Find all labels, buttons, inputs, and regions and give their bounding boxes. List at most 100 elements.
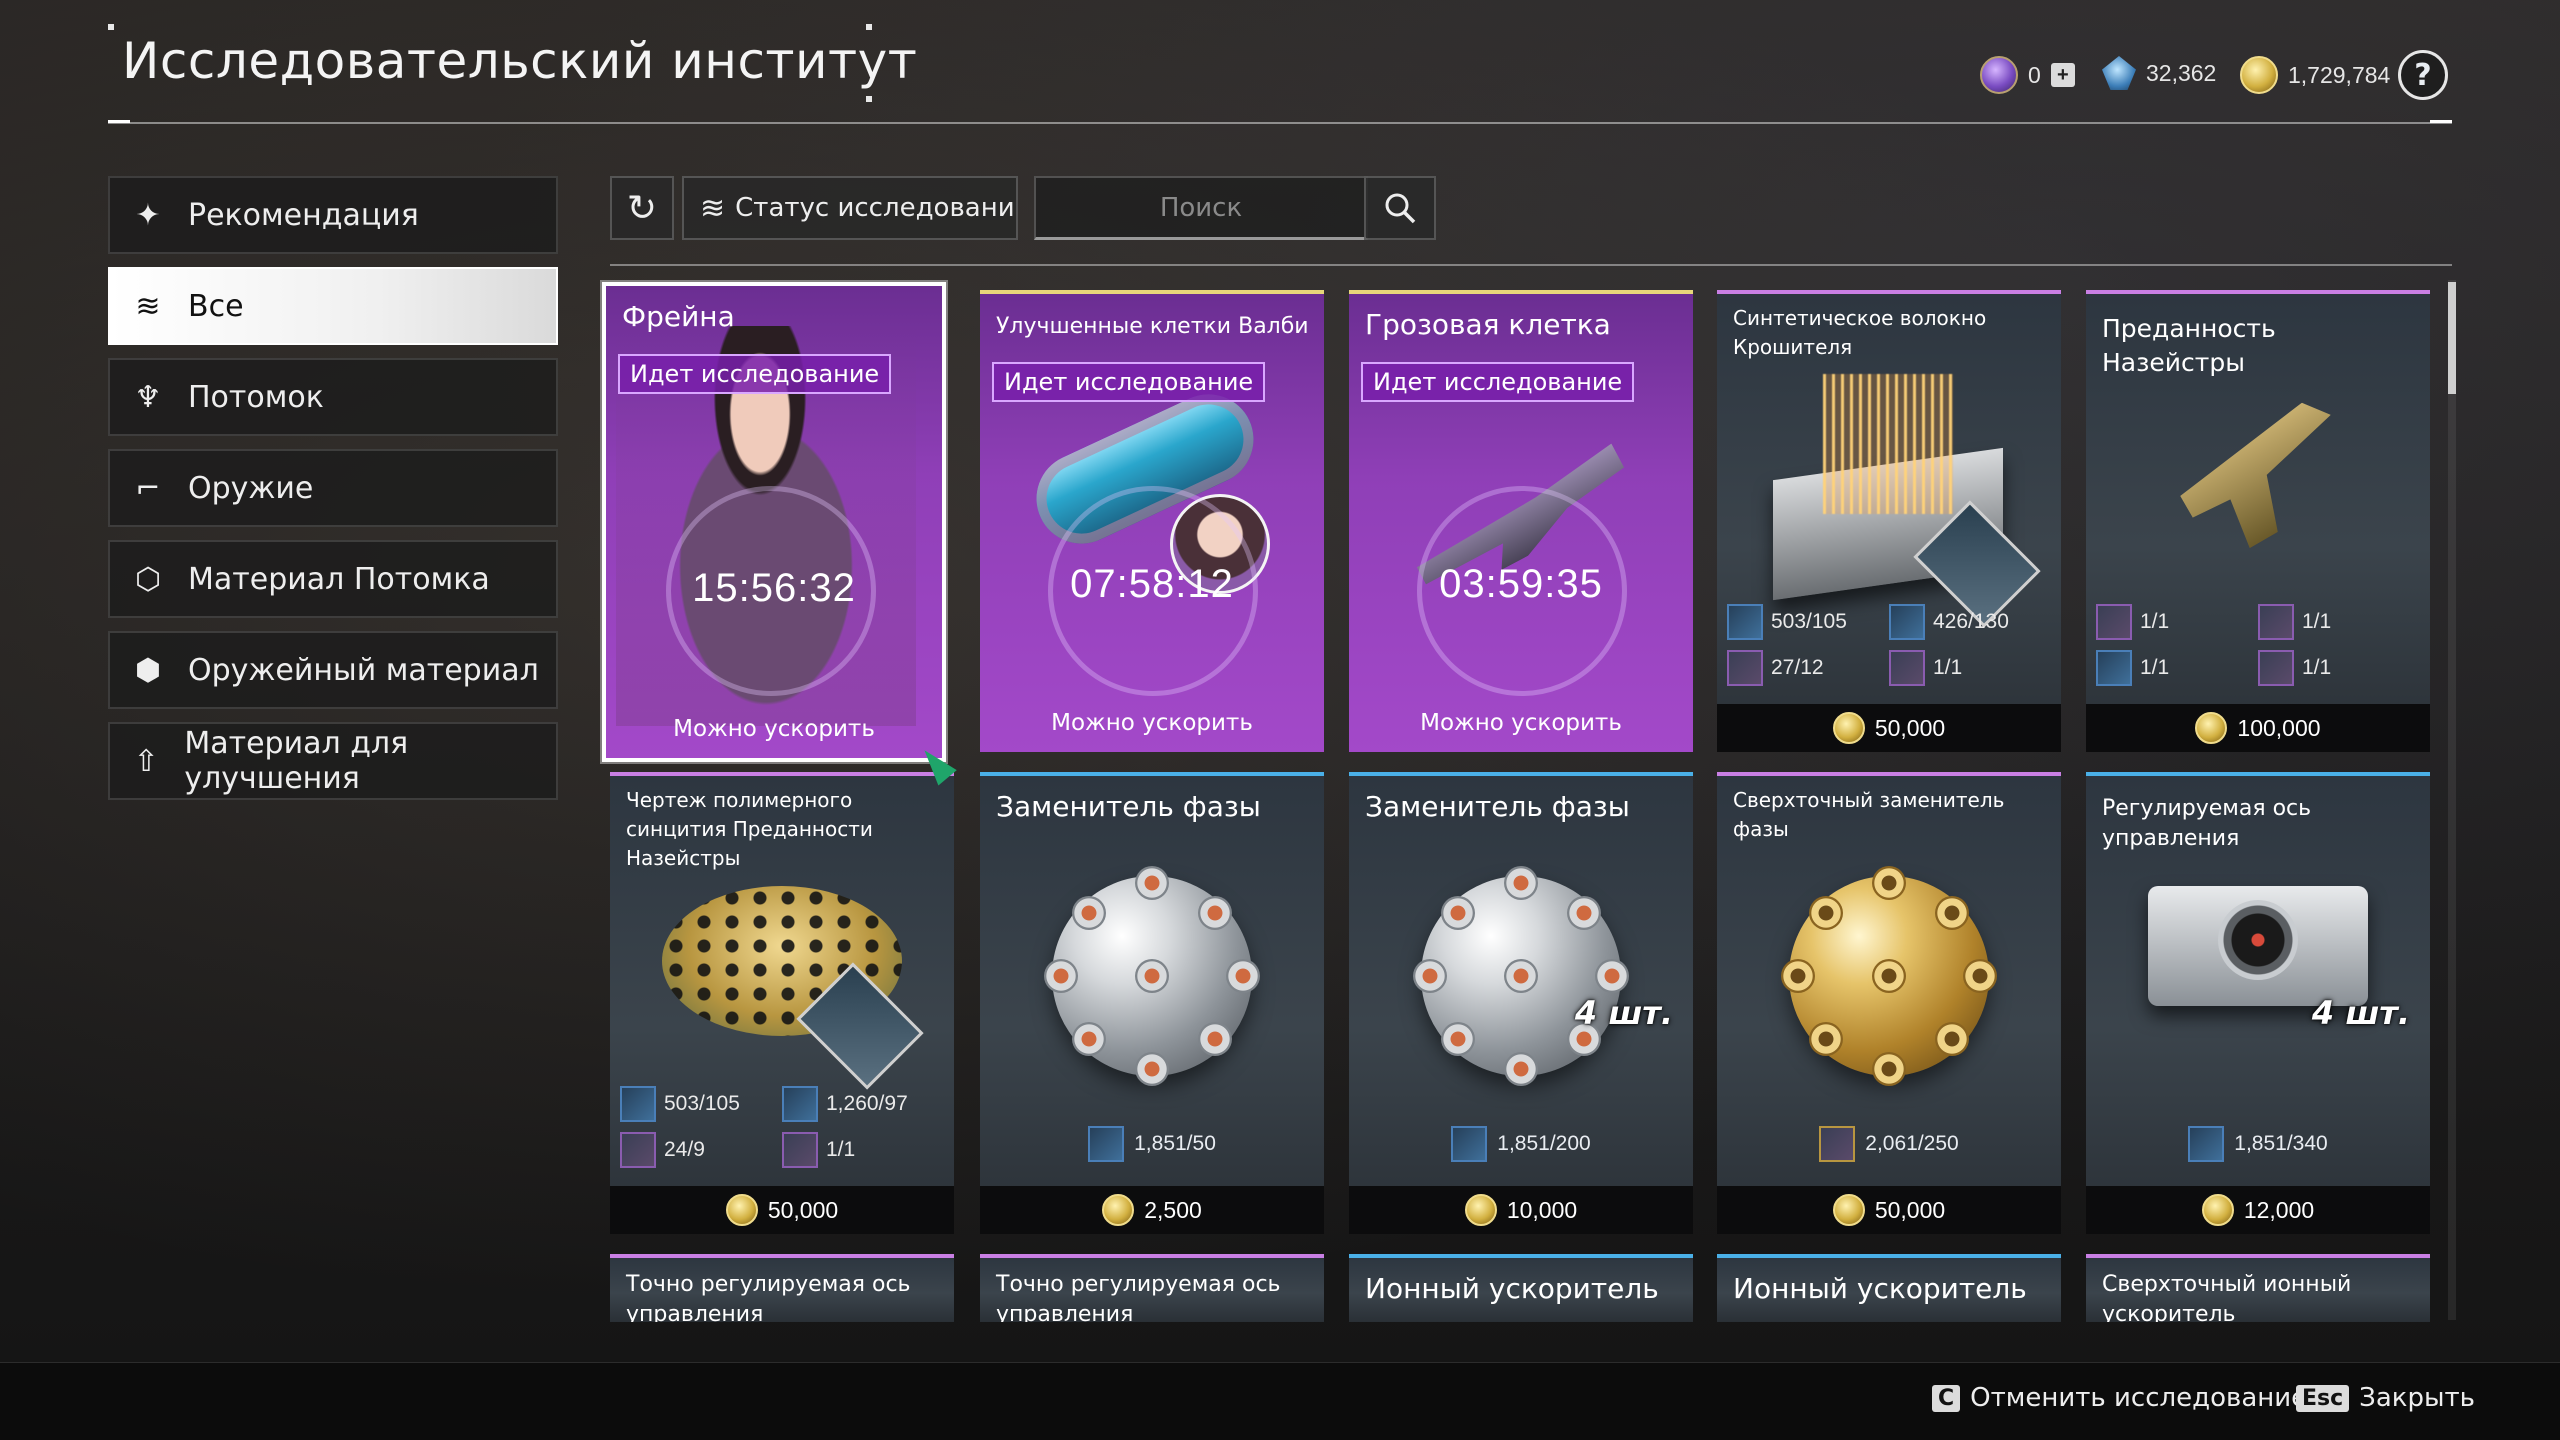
- quantity-label: 4 шт.: [1574, 994, 1673, 1032]
- cancel-research-button[interactable]: C Отменить исследование: [1932, 1383, 2307, 1413]
- refresh-icon: ↻: [626, 187, 658, 229]
- search-input[interactable]: Поиск: [1034, 176, 1368, 240]
- material-slot: 1/1: [2258, 650, 2420, 686]
- research-card-shredder-fiber[interactable]: Синтетическое волокно Крошителя 503/105 …: [1717, 290, 2061, 752]
- research-card-valby-cells[interactable]: Улучшенные клетки Валби Идет исследовани…: [980, 290, 1324, 752]
- card-title: Ионный ускоритель: [1733, 1272, 2027, 1305]
- research-price: 10,000: [1506, 1196, 1578, 1223]
- research-card-polymer-blueprint[interactable]: Чертеж полимерного синцития Преданности …: [610, 772, 954, 1234]
- search-button[interactable]: [1364, 176, 1436, 240]
- gold-coin-icon: [1102, 1194, 1135, 1226]
- add-currency-button[interactable]: +: [2050, 63, 2075, 87]
- research-card-control-axis[interactable]: Регулируемая ось управления 4 шт. 1,851/…: [2086, 772, 2430, 1234]
- card-title: Сверхточный заменитель фазы: [1733, 788, 2005, 841]
- card-title: Сверхточный ионный ускоритель: [2102, 1272, 2352, 1322]
- required-material: 1,851/340: [2086, 1126, 2430, 1162]
- material-icon: [2258, 650, 2294, 686]
- material-count: 1,260/97: [826, 1092, 908, 1115]
- price-bar: 50,000: [1717, 704, 2061, 752]
- sidebar-item-label: Рекомендация: [188, 197, 419, 233]
- close-label: Закрыть: [2359, 1383, 2475, 1413]
- currency-gold-value: 1,729,784: [2288, 61, 2391, 88]
- research-price: 50,000: [1874, 714, 1946, 741]
- research-card-ion-accelerator-2[interactable]: Ионный ускоритель: [1717, 1254, 2061, 1322]
- refresh-button[interactable]: ↻: [610, 176, 674, 240]
- can-speed-up-label: Можно ускорить: [673, 716, 875, 742]
- sidebar-item-recommendation[interactable]: ✦ Рекомендация: [108, 176, 558, 254]
- help-button[interactable]: ?: [2398, 50, 2448, 100]
- fiber-glow: [1823, 374, 1953, 514]
- material-count: 1,851/340: [2234, 1132, 2328, 1155]
- material-count: 1/1: [2140, 656, 2170, 679]
- material-slot: 24/9: [620, 1132, 782, 1168]
- sidebar-item-upgrade-material[interactable]: ⇧ Материал для улучшения: [108, 722, 558, 800]
- sidebar-item-descendant[interactable]: ♆ Потомок: [108, 358, 558, 436]
- material-icon: [2096, 650, 2132, 686]
- research-status-badge: Идет исследование: [618, 354, 892, 394]
- material-slot: 1,260/97: [782, 1086, 944, 1122]
- price-bar: 50,000: [610, 1186, 954, 1234]
- research-status-filter[interactable]: ≋ Статус исследования: [682, 176, 1018, 240]
- material-icon: [620, 1132, 656, 1168]
- material-slot: 503/105: [620, 1086, 782, 1122]
- required-material: 1,851/200: [1349, 1126, 1693, 1162]
- research-status-badge: Идет исследование: [1361, 362, 1635, 402]
- price-bar: 12,000: [2086, 1186, 2430, 1234]
- research-card-nazeistra-devotion[interactable]: Преданность Назейстры 1/1 1/1 1/1 1/1 10…: [2086, 290, 2430, 752]
- required-material: 2,061/250: [1717, 1126, 2061, 1162]
- currency-kuiper-value: 32,362: [2146, 59, 2217, 86]
- gold-coin-icon: [2195, 712, 2228, 744]
- caliber-icon: [1980, 56, 2018, 94]
- research-card-phase-substitute[interactable]: Заменитель фазы 1,851/50 2,500: [980, 772, 1324, 1234]
- research-card-freyna[interactable]: Фрейна Идет исследование 15:56:32 Можно …: [602, 282, 946, 762]
- sidebar-item-label: Потомок: [188, 379, 324, 415]
- material-count: 1/1: [1933, 656, 1963, 679]
- research-card-thunder-cage[interactable]: Грозовая клетка Идет исследование 03:59:…: [1349, 290, 1693, 752]
- material-icon: [2258, 604, 2294, 640]
- material-icon: [1889, 650, 1925, 686]
- gold-coin-icon: [1832, 712, 1865, 744]
- material-slot: 426/130: [1889, 604, 2051, 640]
- material-icon: [1451, 1126, 1488, 1162]
- price-bar: 100,000: [2086, 704, 2430, 752]
- research-card-ultra-phase-substitute[interactable]: Сверхточный заменитель фазы 2,061/250 50…: [1717, 772, 2061, 1234]
- card-title: Регулируемая ось управления: [2102, 796, 2312, 851]
- sidebar-item-descendant-material[interactable]: ⬡ Материал Потомка: [108, 540, 558, 618]
- sidebar-item-weapon[interactable]: ⌐ Оружие: [108, 449, 558, 527]
- required-materials: 1/1 1/1 1/1 1/1: [2096, 604, 2420, 686]
- research-card-phase-substitute-4[interactable]: Заменитель фазы 4 шт. 1,851/200 10,000: [1349, 772, 1693, 1234]
- control-axis-image: [2148, 886, 2368, 1006]
- material-slot: 27/12: [1727, 650, 1889, 686]
- layers-icon: ≋: [700, 190, 726, 226]
- material-icon: [2096, 604, 2132, 640]
- material-icon: [1819, 1126, 1856, 1162]
- material-icon: [1889, 604, 1925, 640]
- material-icon: [782, 1086, 818, 1122]
- scrollbar-thumb[interactable]: [2448, 282, 2456, 394]
- material-count: 1/1: [2140, 610, 2170, 633]
- material-count: 2,061/250: [1865, 1132, 1959, 1155]
- key-hint-esc: Esc: [2296, 1384, 2350, 1412]
- research-card-precise-control-axis[interactable]: Точно регулируемая ось управления: [610, 1254, 954, 1322]
- material-count: 1,851/200: [1497, 1132, 1591, 1155]
- card-title: Синтетическое волокно Крошителя: [1733, 306, 1987, 359]
- gold-coin-icon: [1464, 1194, 1497, 1226]
- required-materials: 503/105 426/130 27/12 1/1: [1727, 604, 2051, 686]
- sidebar-item-label: Оружие: [188, 470, 314, 506]
- research-card-ion-accelerator[interactable]: Ионный ускоритель: [1349, 1254, 1693, 1322]
- research-card-precise-control-axis-2[interactable]: Точно регулируемая ось управления: [980, 1254, 1324, 1322]
- sidebar-item-weapon-material[interactable]: ⬢ Оружейный материал: [108, 631, 558, 709]
- material-icon: [2188, 1126, 2225, 1162]
- close-button[interactable]: Esc Закрыть: [2296, 1383, 2475, 1413]
- currency-caliber: 0 +: [1980, 56, 2075, 94]
- sidebar-item-all[interactable]: ≋ Все: [108, 267, 558, 345]
- gold-coin-icon: [2240, 56, 2278, 94]
- footer-bar: C Отменить исследование Esc Закрыть: [0, 1362, 2560, 1440]
- research-price: 100,000: [2237, 714, 2321, 741]
- research-card-ultra-ion-accelerator[interactable]: Сверхточный ионный ускоритель: [2086, 1254, 2430, 1322]
- category-sidebar: ✦ Рекомендация ≋ Все ♆ Потомок ⌐ Оружие …: [108, 176, 558, 813]
- scrollbar-track[interactable]: [2448, 280, 2456, 1320]
- can-speed-up-label: Можно ускорить: [1051, 710, 1253, 736]
- material-count: 503/105: [664, 1092, 740, 1115]
- material-count: 426/130: [1933, 610, 2009, 633]
